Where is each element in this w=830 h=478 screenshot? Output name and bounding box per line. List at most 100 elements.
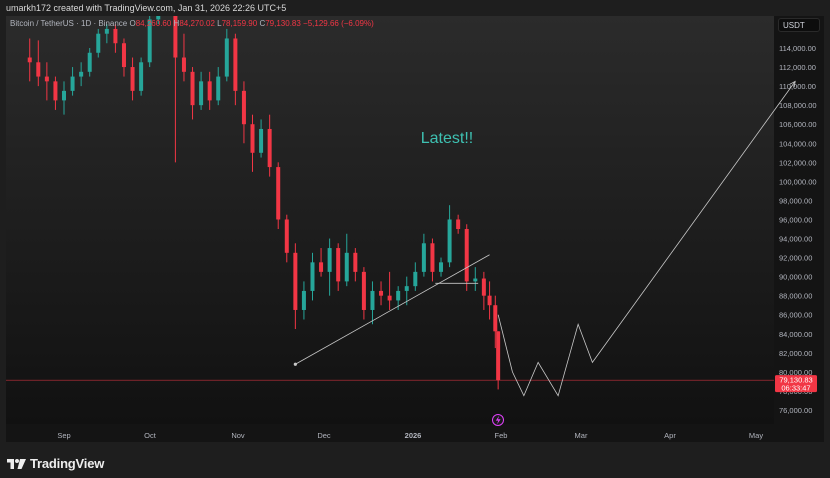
y-tick-label: 86,000.00 — [779, 311, 812, 320]
y-tick-label: 82,000.00 — [779, 349, 812, 358]
candle-up[interactable] — [439, 262, 444, 272]
candle-down[interactable] — [284, 219, 289, 253]
tv-logo-icon — [7, 458, 26, 469]
tradingview-logo[interactable]: TradingView — [7, 456, 104, 471]
candle-down[interactable] — [319, 262, 324, 272]
candle-down[interactable] — [293, 252, 298, 310]
candle-up[interactable] — [216, 76, 221, 101]
candle-up[interactable] — [344, 252, 349, 282]
candle-down[interactable] — [267, 128, 272, 168]
x-tick-label: Feb — [495, 431, 508, 440]
candle-down[interactable] — [207, 81, 212, 101]
attribution-text: umarkh172 created with TradingView.com, … — [6, 3, 287, 13]
candle-down[interactable] — [130, 67, 135, 91]
candle-up[interactable] — [473, 278, 478, 282]
y-tick-label: 84,000.00 — [779, 330, 812, 339]
candle-up[interactable] — [96, 33, 101, 53]
candle-up[interactable] — [301, 290, 306, 310]
x-tick-label: Nov — [231, 431, 245, 440]
plot-background — [6, 16, 774, 424]
footer: TradingView — [0, 442, 830, 478]
latest-annotation[interactable]: Latest!! — [421, 130, 473, 147]
close-value: 79,130.83 — [265, 19, 301, 28]
y-tick-label: 112,000.00 — [779, 63, 816, 72]
candle-up[interactable] — [199, 81, 204, 106]
candle-up[interactable] — [370, 290, 375, 310]
x-tick-label: Oct — [144, 431, 157, 440]
candle-up[interactable] — [139, 62, 144, 91]
low-value: 78,159.90 — [221, 19, 258, 28]
y-tick-label: 76,000.00 — [779, 406, 812, 415]
y-tick-label: 92,000.00 — [779, 254, 812, 263]
candle-down[interactable] — [190, 71, 195, 106]
chart-frame[interactable]: 114,000.00 112,000.00 110,000.00 108,000.00… — [6, 16, 824, 442]
candle-down[interactable] — [493, 305, 498, 332]
x-tick-label: Sep — [57, 431, 70, 440]
candle-down[interactable] — [430, 243, 435, 272]
open-value: 84,260.60 — [135, 19, 172, 28]
candle-up[interactable] — [87, 52, 92, 72]
high-value: 84,270.02 — [179, 19, 215, 28]
candle-up[interactable] — [404, 286, 409, 291]
candle-up[interactable] — [259, 128, 264, 153]
candle-down[interactable] — [456, 219, 461, 229]
y-tick-label: 104,000.00 — [779, 139, 817, 148]
candle-down[interactable] — [481, 278, 486, 296]
y-tick-label: 96,000.00 — [779, 215, 812, 224]
change-value: −5,129.66 (−6.09%) — [303, 19, 374, 28]
candle-up[interactable] — [224, 38, 229, 77]
y-tick-label: 114,000.00 — [779, 44, 816, 53]
candle-up[interactable] — [413, 271, 418, 287]
candle-up[interactable] — [104, 28, 109, 34]
ohlc-legend: Bitcoin / TetherUS · 1D · Binance O84,26… — [10, 19, 374, 28]
x-tick-label: Apr — [664, 431, 676, 440]
candle-down[interactable] — [233, 38, 238, 91]
brand-name: TradingView — [30, 456, 105, 471]
attribution-bar: umarkh172 created with TradingView.com, … — [0, 0, 830, 16]
y-tick-label: 108,000.00 — [779, 101, 817, 110]
candle-up[interactable] — [70, 76, 75, 91]
candle-down[interactable] — [121, 43, 126, 68]
candle-down[interactable] — [241, 90, 246, 125]
candle-down[interactable] — [353, 252, 358, 272]
candle-up[interactable] — [421, 243, 426, 272]
y-tick-label: 88,000.00 — [779, 292, 812, 301]
candle-down[interactable] — [36, 62, 41, 77]
candle-up[interactable] — [447, 219, 452, 263]
candle-down[interactable] — [113, 28, 118, 44]
y-tick-label: 106,000.00 — [779, 120, 817, 129]
price-badge-countdown: 06:33:47 — [781, 384, 810, 393]
y-tick-label: 102,000.00 — [779, 158, 817, 167]
candle-down[interactable] — [379, 290, 384, 296]
candle-up[interactable] — [327, 248, 332, 272]
symbol-label[interactable]: Bitcoin / TetherUS · 1D · Binance — [10, 19, 127, 28]
y-tick-label: 90,000.00 — [779, 273, 812, 282]
candle-down[interactable] — [250, 124, 255, 153]
candle-down[interactable] — [496, 331, 501, 381]
candle-down[interactable] — [336, 248, 341, 282]
candle-down[interactable] — [181, 57, 186, 72]
candle-down[interactable] — [361, 271, 366, 310]
x-tick-label: Dec — [317, 431, 331, 440]
y-tick-label: 98,000.00 — [779, 196, 812, 205]
candle-up[interactable] — [310, 262, 315, 291]
x-tick-label: May — [749, 431, 763, 440]
y-tick-label: 94,000.00 — [779, 235, 812, 244]
candle-down[interactable] — [464, 229, 469, 282]
y-tick-label: 100,000.00 — [779, 177, 817, 186]
y-tick-label: 110,000.00 — [779, 82, 816, 91]
candle-up[interactable] — [396, 290, 401, 301]
x-tick-label: 2026 — [405, 431, 422, 440]
candle-up[interactable] — [79, 71, 84, 77]
trendline-anchor — [293, 362, 297, 366]
x-tick-label: Mar — [575, 431, 588, 440]
candle-down[interactable] — [387, 295, 392, 301]
candle-up[interactable] — [62, 90, 66, 101]
currency-selector[interactable]: USDT — [778, 18, 820, 32]
candle-down[interactable] — [27, 57, 32, 63]
price-chart[interactable]: 114,000.00 112,000.00 110,000.00 108,000.00… — [6, 16, 824, 442]
candle-down[interactable] — [276, 167, 281, 220]
candle-down[interactable] — [487, 295, 492, 306]
candle-down[interactable] — [53, 81, 58, 101]
candle-down[interactable] — [44, 76, 49, 82]
